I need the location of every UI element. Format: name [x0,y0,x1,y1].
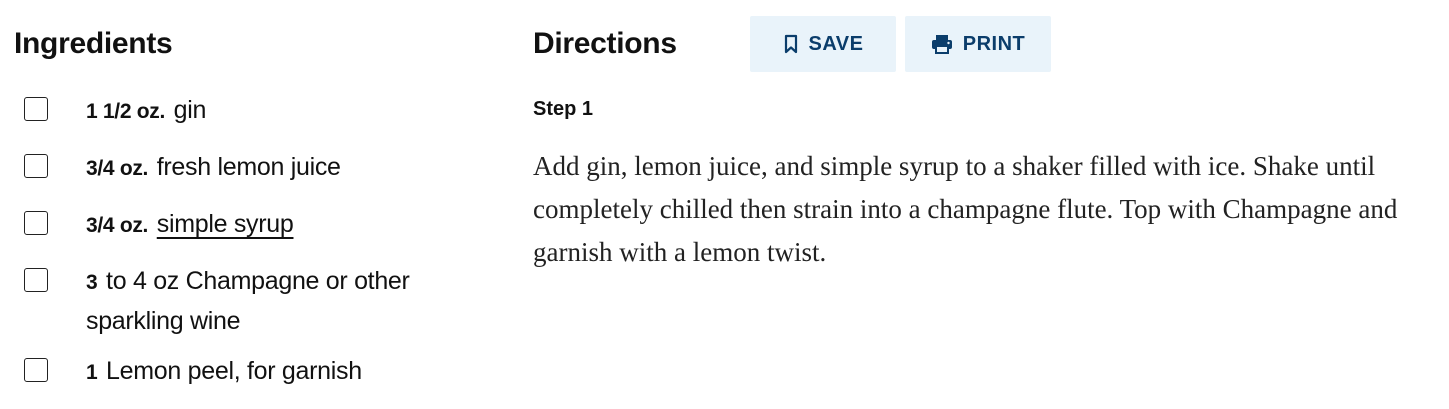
ingredient-name: fresh lemon juice [156,153,341,181]
ingredient-item: 3/4 oz. simple syrup [14,210,484,251]
ingredient-quantity: 3/4 oz. [86,157,149,180]
ingredient-item: 3 to 4 oz Champagne or other sparkling w… [14,267,484,338]
ingredient-quantity: 1 [86,361,98,384]
printer-icon [931,34,953,54]
ingredient-text: 1 Lemon peel, for garnish [86,352,466,392]
ingredient-checkbox[interactable] [24,268,48,292]
save-button[interactable]: SAVE [750,16,896,72]
directions-heading: Directions [533,27,677,60]
ingredient-text: 1 1/2 oz. gin [86,91,466,131]
ingredient-item: 1 Lemon peel, for garnish [14,357,484,398]
ingredient-link-simple-syrup[interactable]: simple syrup [157,210,294,238]
bookmark-icon [783,34,799,54]
ingredient-name: to 4 oz Champagne or other sparkling win… [86,267,410,335]
ingredient-quantity: 3/4 oz. [86,214,149,237]
print-button[interactable]: PRINT [905,16,1051,72]
ingredient-quantity: 1 1/2 oz. [86,100,166,123]
ingredient-name: Lemon peel, for garnish [106,357,362,385]
ingredient-checkbox[interactable] [24,358,48,382]
save-button-label: SAVE [808,32,864,55]
step-label: Step 1 [533,98,594,120]
ingredient-checkbox[interactable] [24,154,48,178]
ingredient-item: 1 1/2 oz. gin [14,96,484,137]
ingredient-checkbox[interactable] [24,97,48,121]
ingredient-text: 3/4 oz. fresh lemon juice [86,148,466,188]
ingredient-quantity: 3 [86,271,98,294]
step-text: Add gin, lemon juice, and simple syrup t… [533,151,1398,267]
ingredient-text: 3 to 4 oz Champagne or other sparkling w… [86,262,456,340]
ingredient-checkbox[interactable] [24,211,48,235]
ingredients-heading: Ingredients [14,27,173,60]
ingredient-item: 3/4 oz. fresh lemon juice [14,153,484,194]
print-button-label: PRINT [962,32,1026,55]
ingredient-text: 3/4 oz. simple syrup [86,205,466,245]
ingredient-name: gin [173,96,207,124]
